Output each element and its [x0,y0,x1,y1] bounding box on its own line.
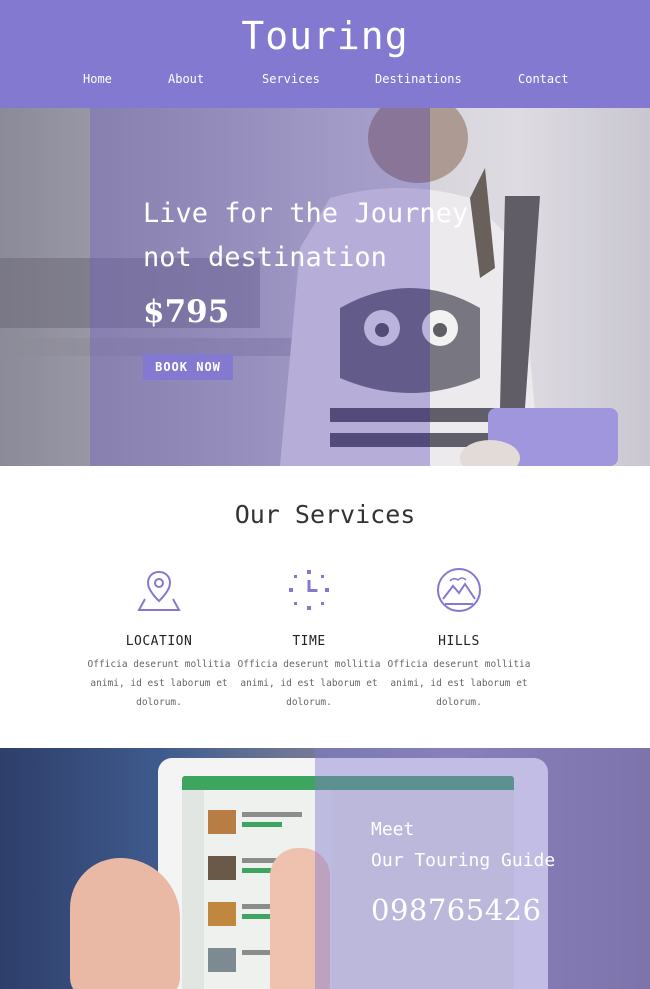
main-nav: Home About Services Destinations Contact [0,72,650,90]
mountain-icon [437,568,481,612]
service-desc-line: Officia deserunt mollitia [387,659,531,670]
service-hills: HILLS Officia deserunt mollitia animi, i… [384,566,534,712]
book-now-button[interactable]: BOOK NOW [143,354,233,380]
hero-title-line2: not destination [143,242,387,273]
hero-title-line1: Live for the Journey [143,198,469,229]
service-time: TIME Officia deserunt mollitia animi, id… [234,566,384,712]
service-hills-desc: Officia deserunt mollitia animi, id est … [384,655,534,712]
guide-phone[interactable]: 098765426 [371,893,542,927]
hero-price: $795 [143,294,230,330]
service-desc-line: animi, id est laborum et [240,678,378,689]
service-desc-line: animi, id est laborum et [90,678,228,689]
service-hills-name: HILLS [438,634,480,649]
nav-destinations[interactable]: Destinations [375,72,462,86]
service-location-desc: Officia deserunt mollitia animi, id est … [84,655,234,712]
screen-thumbnail [208,810,236,834]
hero-tint [430,108,650,466]
service-desc-line: dolorum. [286,697,332,708]
screen-sidebar [182,790,204,989]
guide-heading-line2: Our Touring Guide [371,850,556,871]
service-desc-line: animi, id est laborum et [390,678,528,689]
service-desc-line: dolorum. [436,697,482,708]
service-desc-line: dolorum. [136,697,182,708]
map-pin-icon [137,570,181,611]
hero-banner: Live for the Journey not destination $79… [0,108,650,466]
nav-services[interactable]: Services [262,72,320,86]
guide-section: Meet Our Touring Guide 098765426 [0,748,650,989]
screen-thumbnail [208,856,236,880]
screen-thumbnail [208,902,236,926]
nav-home[interactable]: Home [83,72,112,86]
site-header: Touring Home About Services Destinations… [0,0,650,108]
hero-title: Live for the Journey not destination [143,192,503,280]
guide-heading-line1: Meet [371,819,415,840]
screen-thumbnail [208,948,236,972]
service-desc-line: Officia deserunt mollitia [237,659,381,670]
service-location-name: LOCATION [125,634,193,649]
screen-text-line [242,812,302,817]
service-time-desc: Officia deserunt mollitia animi, id est … [234,655,384,712]
guide-heading: Meet Our Touring Guide [371,814,555,876]
service-time-name: TIME [292,634,326,649]
services-section: Our Services LOCATION Officia deserunt m… [0,466,650,748]
left-hand [70,858,180,989]
nav-about[interactable]: About [168,72,204,86]
service-location: LOCATION Officia deserunt mollitia animi… [84,566,234,712]
hero-overlay [90,108,430,466]
site-logo[interactable]: Touring [0,14,650,58]
service-desc-line: Officia deserunt mollitia [87,659,231,670]
services-title: Our Services [234,500,416,529]
nav-contact[interactable]: Contact [518,72,569,86]
screen-text-line [242,822,282,827]
clock-icon [289,570,329,610]
